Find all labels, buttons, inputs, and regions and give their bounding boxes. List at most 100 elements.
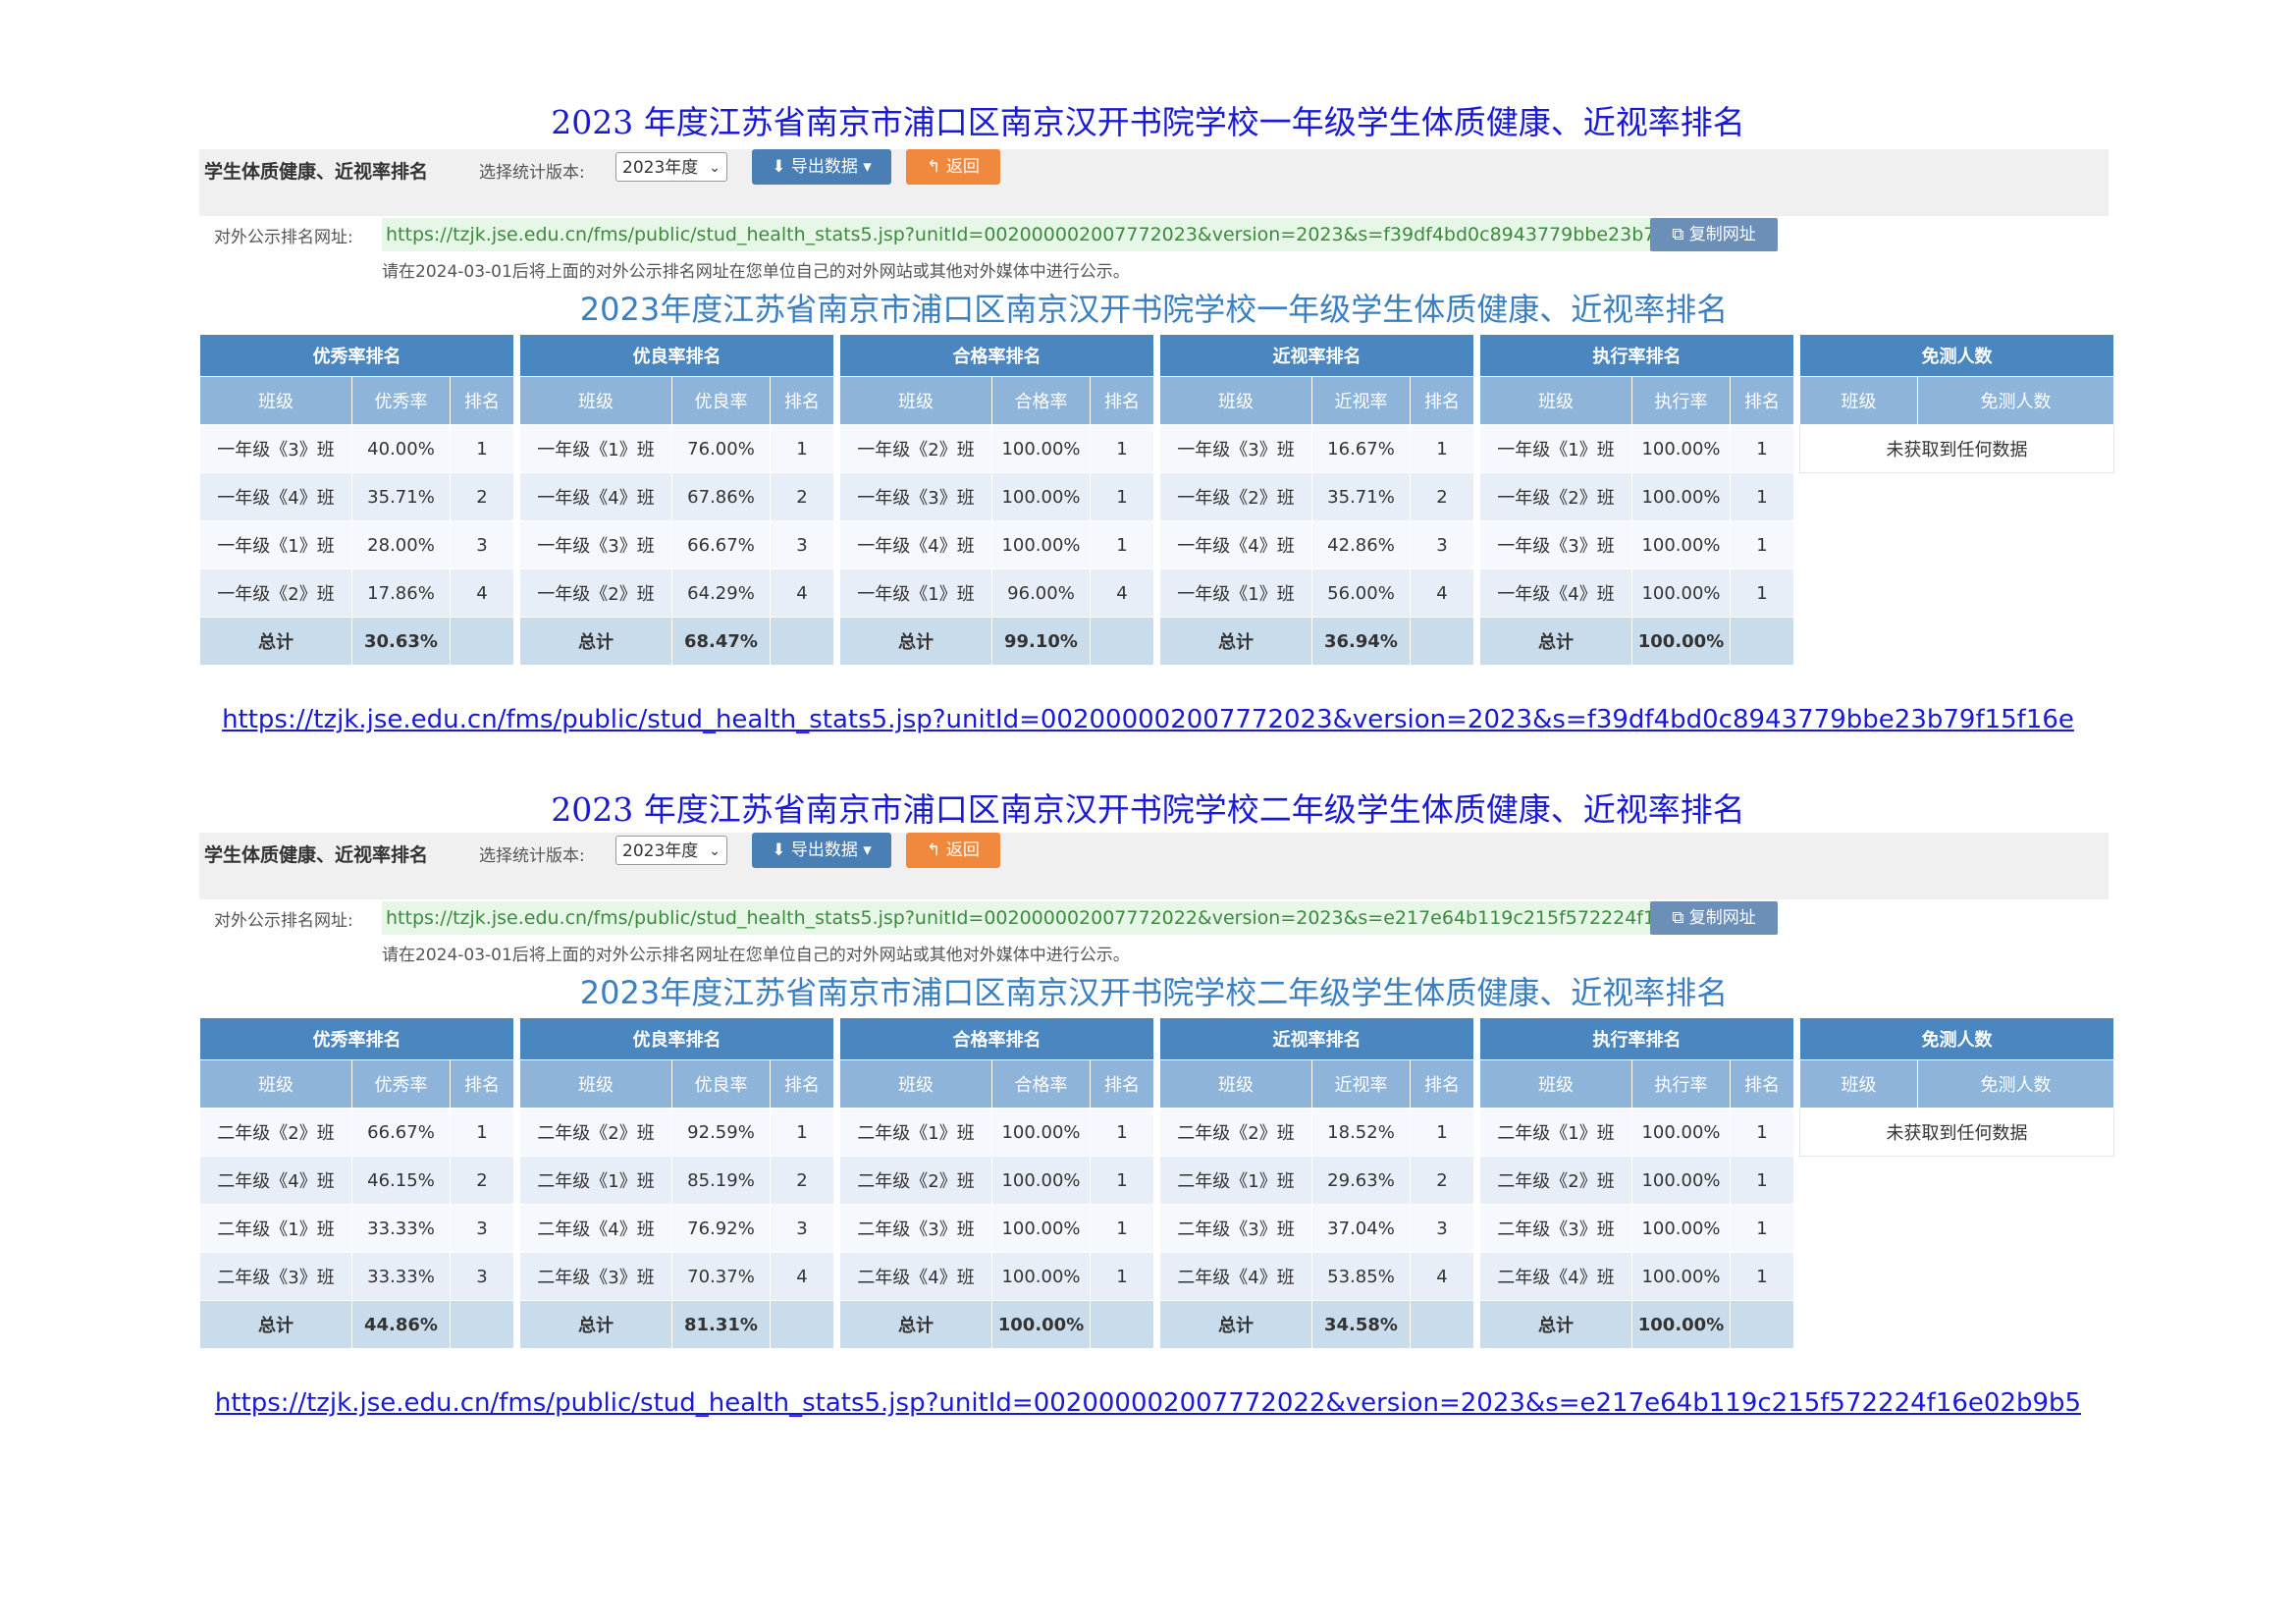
rank-cell: 1 [1729,1204,1795,1253]
document-title: 2023 年度江苏省南京市浦口区南京汉开书院学校二年级学生体质健康、近视率排名 [551,790,1745,829]
rate-cell: 100.00% [991,472,1091,521]
rate-cell: 100.00% [1631,520,1731,569]
download-icon: ⬇ [772,157,791,177]
rate-cell: 56.00% [1311,568,1411,618]
rank-cell: 1 [449,1108,515,1157]
table-row: 一年级《2》班 17.86% 4 [199,568,515,618]
class-cell: 一年级《3》班 [1479,520,1632,569]
rate-cell: 53.85% [1311,1252,1411,1301]
total-row: 总计 100.00% [1479,1300,1795,1349]
rate-cell: 92.59% [671,1108,771,1157]
rank-cell: 1 [1729,568,1795,618]
table-row: 一年级《3》班 66.67% 3 [519,520,835,569]
version-select[interactable]: 2023年度 ⌄ [615,836,727,865]
public-url-field[interactable]: https://tzjk.jse.edu.cn/fms/public/stud_… [382,901,1650,935]
total-rank [769,617,835,666]
rank-cell: 1 [1089,1156,1155,1205]
rate-cell: 67.86% [671,472,771,521]
rate-cell: 100.00% [991,1108,1091,1157]
class-cell: 二年级《3》班 [1159,1204,1312,1253]
table-row: 二年级《2》班 66.67% 1 [199,1108,515,1157]
export-data-button[interactable]: ⬇ 导出数据 ▾ [752,149,891,185]
table-row: 一年级《2》班 100.00% 1 [839,424,1155,473]
rank-cell: 1 [1089,520,1155,569]
rank-cell: 1 [1729,1108,1795,1157]
class-cell: 二年级《3》班 [839,1204,992,1253]
class-cell: 二年级《2》班 [839,1156,992,1205]
col-header: 优秀率 [351,376,451,425]
public-url-link[interactable]: https://tzjk.jse.edu.cn/fms/public/stud_… [0,705,2296,734]
copy-icon: ⧉ [1672,908,1689,928]
class-cell: 二年级《1》班 [839,1108,992,1157]
col-header: 班级 [1799,1059,1918,1109]
rate-cell: 100.00% [991,424,1091,473]
col-header: 排名 [449,376,515,425]
download-icon: ⬇ [772,840,791,860]
document-title: 2023 年度江苏省南京市浦口区南京汉开书院学校一年级学生体质健康、近视率排名 [551,103,1745,141]
class-cell: 二年级《4》班 [199,1156,352,1205]
back-button[interactable]: ↰ 返回 [906,833,1000,868]
class-cell: 一年级《4》班 [1159,520,1312,569]
table-title: 近视率排名 [1158,1017,1475,1060]
table-row: 一年级《1》班 28.00% 3 [199,520,515,569]
rank-cell: 3 [769,1204,835,1253]
rank-cell: 3 [769,520,835,569]
screenshot-panel: 学生体质健康、近视率排名 选择统计版本: 2023年度 ⌄ ⬇ 导出数据 ▾ ↰ … [198,833,2114,1368]
rank-cell: 3 [1409,1204,1475,1253]
rate-cell: 18.52% [1311,1108,1411,1157]
rate-cell: 100.00% [1631,1108,1731,1157]
public-url-field[interactable]: https://tzjk.jse.edu.cn/fms/public/stud_… [382,218,1650,251]
class-cell: 一年级《1》班 [199,520,352,569]
total-row: 总计 36.94% [1159,617,1475,666]
table-row: 一年级《4》班 42.86% 3 [1159,520,1475,569]
version-value: 2023年度 [622,841,699,861]
col-header: 班级 [199,376,352,425]
caret-down-icon: ▾ [857,157,872,177]
exempt-table: 免测人数 班级 免测人数 未获取到任何数据 [1799,334,2114,473]
total-value: 81.31% [671,1300,771,1349]
version-label: 选择统计版本: [479,163,585,183]
public-url-link[interactable]: https://tzjk.jse.edu.cn/fms/public/stud_… [0,1388,2296,1418]
empty-message: 未获取到任何数据 [1799,1108,2114,1157]
copy-url-button[interactable]: ⧉ 复制网址 [1650,901,1778,935]
table-row: 一年级《3》班 16.67% 1 [1159,424,1475,473]
col-header: 班级 [519,376,672,425]
rate-cell: 85.19% [671,1156,771,1205]
col-header: 班级 [839,1059,992,1109]
table-title: 近视率排名 [1158,334,1475,377]
ranking-table-0: 优秀率排名 班级 优秀率 排名 一年级《3》班 40.00% 1 一年级《4》班 35.7… [198,334,515,666]
col-header: 免测人数 [1917,376,2114,425]
back-label: 返回 [945,157,980,177]
table-title: 执行率排名 [1478,334,1795,377]
rank-cell: 4 [769,1252,835,1301]
table-row: 一年级《3》班 100.00% 1 [839,472,1155,521]
rate-cell: 100.00% [1631,1204,1731,1253]
rank-cell: 1 [1729,1252,1795,1301]
total-row: 总计 99.10% [839,617,1155,666]
version-select[interactable]: 2023年度 ⌄ [615,152,727,182]
ranking-table-3: 近视率排名 班级 近视率 排名 一年级《3》班 16.67% 1 一年级《2》班 35.7… [1158,334,1475,666]
toolbar: 学生体质健康、近视率排名 选择统计版本: 2023年度 ⌄ ⬇ 导出数据 ▾ ↰ … [199,149,2109,216]
total-row: 总计 34.58% [1159,1300,1475,1349]
total-rank [1089,617,1155,666]
table-row: 二年级《3》班 70.37% 4 [519,1252,835,1301]
total-rank [769,1300,835,1349]
ranking-table-3: 近视率排名 班级 近视率 排名 二年级《2》班 18.52% 1 二年级《1》班 29.6… [1158,1017,1475,1349]
export-data-button[interactable]: ⬇ 导出数据 ▾ [752,833,891,868]
total-value: 36.94% [1311,617,1411,666]
col-header: 近视率 [1311,1059,1411,1109]
total-value: 100.00% [991,1300,1091,1349]
col-header: 排名 [1409,376,1475,425]
col-header: 班级 [839,376,992,425]
rate-cell: 100.00% [991,1252,1091,1301]
copy-url-button[interactable]: ⧉ 复制网址 [1650,218,1778,251]
rate-cell: 70.37% [671,1252,771,1301]
table-title: 优良率排名 [518,1017,835,1060]
rank-cell: 2 [769,472,835,521]
rate-cell: 76.92% [671,1204,771,1253]
ranking-table-1: 优良率排名 班级 优良率 排名 二年级《2》班 92.59% 1 二年级《1》班 85.1… [518,1017,835,1349]
rank-cell: 1 [1409,424,1475,473]
class-cell: 一年级《3》班 [199,424,352,473]
rank-cell: 3 [449,1252,515,1301]
back-button[interactable]: ↰ 返回 [906,149,1000,185]
